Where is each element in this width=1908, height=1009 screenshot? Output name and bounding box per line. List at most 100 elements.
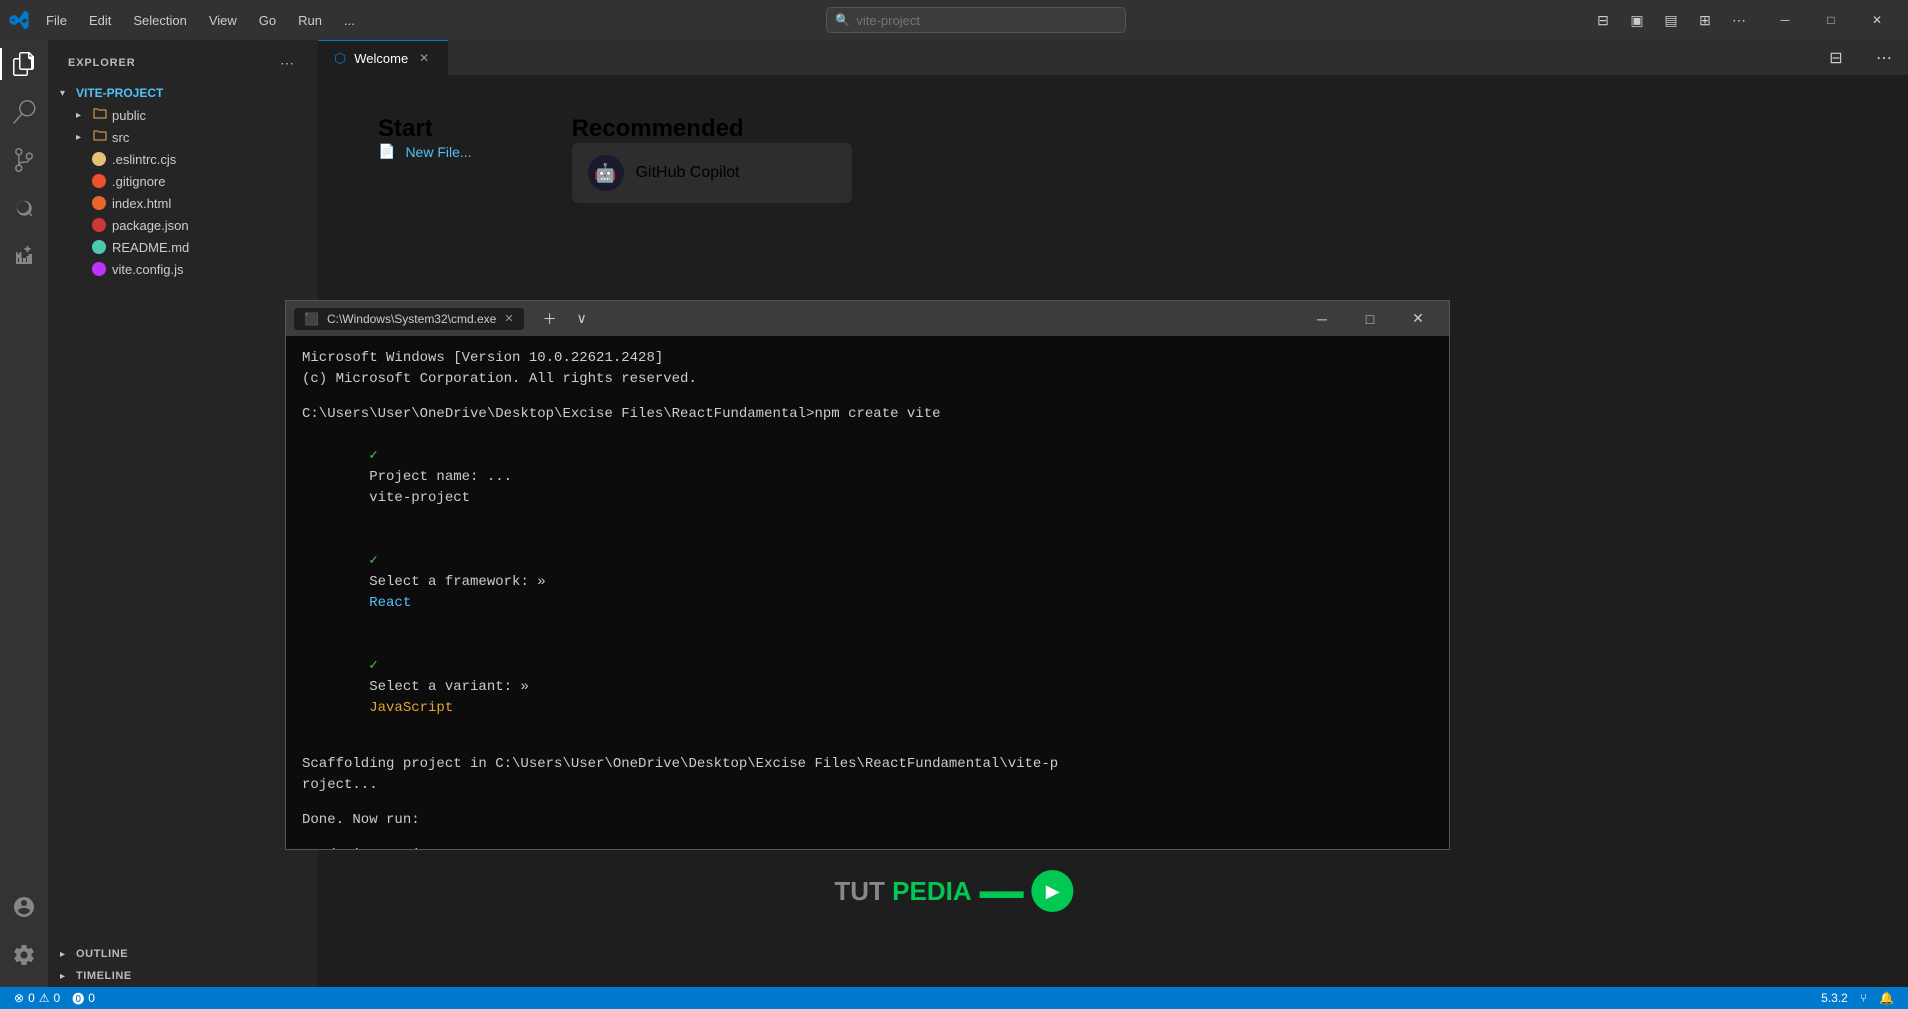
file-readme[interactable]: README.md [48,236,318,258]
warnings-count: 0 [54,991,61,1005]
watermark-play-icon: ▶ [1032,870,1074,912]
vite-config-label: vite.config.js [112,262,184,277]
sidebar: EXPLORER ⋯ ▾ VITE-PROJECT ▸ public ▸ src [48,40,318,987]
terminal-window-buttons: ─ □ ✕ [1299,304,1441,334]
eslintrc-label: .eslintrc.cjs [112,152,176,167]
status-errors[interactable]: ⊗ 0 ⚠ 0 [8,987,66,1009]
split-editor-icon[interactable]: ⊟ [1588,5,1618,35]
main-layout: EXPLORER ⋯ ▾ VITE-PROJECT ▸ public ▸ src [0,40,1908,987]
term-command: C:\Users\User\OneDrive\Desktop\Excise Fi… [302,404,1433,425]
menu-go[interactable]: Go [249,9,286,32]
sidebar-more-icon[interactable]: ⋯ [276,52,298,74]
layout2-icon[interactable]: ▤ [1656,5,1686,35]
window-controls: ─ □ ✕ [1762,5,1900,35]
explorer-icon[interactable] [0,40,48,88]
menu-more[interactable]: ... [334,9,365,32]
menu-bar: File Edit Selection View Go Run ... [36,9,365,32]
tab-welcome[interactable]: ⬡ Welcome ✕ [318,40,448,75]
terminal-tab-close[interactable]: ✕ [504,312,513,325]
watermark-tut: TUT [834,876,885,906]
terminal-title-bar: ⬛ C:\Windows\System32\cmd.exe ✕ ＋ ∨ ─ □ … [286,301,1449,336]
copilot-icon: 🤖 [588,155,624,191]
public-arrow-icon: ▸ [76,110,92,121]
vscode-logo [8,9,30,31]
term-project-value: vite-project [369,490,470,506]
menu-selection[interactable]: Selection [123,9,196,32]
maximize-button[interactable]: □ [1808,5,1854,35]
terminal-tab[interactable]: ⬛ C:\Windows\System32\cmd.exe ✕ [294,308,524,330]
term-variant-label: Select a variant: » [369,679,537,695]
cmd-icon: ⬛ [304,312,319,326]
watermark-text: TUT PEDIA [834,876,971,907]
file-gitignore[interactable]: .gitignore [48,170,318,192]
errors-icon: ⊗ [14,991,24,1005]
watermark: TUT PEDIA ▬▬ ▶ [834,870,1073,912]
src-arrow-icon: ▸ [76,132,92,143]
timeline-arrow-icon: ▸ [60,971,76,982]
file-index-html[interactable]: index.html [48,192,318,214]
menu-edit[interactable]: Edit [79,9,121,32]
git-icon: ⑂ [1860,991,1867,1005]
file-package-json[interactable]: package.json [48,214,318,236]
watermark-lines-icon: ▬▬ [980,878,1024,904]
search-input[interactable] [856,13,1117,28]
search-box[interactable]: 🔍 [826,7,1126,33]
terminal-dropdown-icon[interactable]: ∨ [568,305,596,333]
new-file-link[interactable]: 📄 New File... [378,143,472,160]
minimize-button[interactable]: ─ [1762,5,1808,35]
status-notifications[interactable]: 🔔 [1873,987,1900,1009]
status-git[interactable]: ⑂ [1854,987,1873,1009]
terminal-body[interactable]: Microsoft Windows [Version 10.0.22621.24… [286,336,1449,849]
status-version[interactable]: 5.3.2 [1815,987,1854,1009]
timeline-section[interactable]: ▸ TIMELINE [48,965,318,987]
project-root[interactable]: ▾ VITE-PROJECT [48,82,318,104]
source-control-icon[interactable] [0,136,48,184]
terminal-add-icon[interactable]: ＋ [536,305,564,333]
account-icon[interactable] [0,883,48,931]
folder-public[interactable]: ▸ public [48,104,318,126]
term-check2-icon: ✓ [369,553,386,569]
outline-label: OUTLINE [76,948,128,960]
layout-icon[interactable]: ▣ [1622,5,1652,35]
version-label: 5.3.2 [1821,991,1848,1005]
more-actions-icon[interactable]: ⋯ [1724,5,1754,35]
term-framework: ✓ Select a framework: » React [302,530,1433,635]
split-editor-button[interactable]: ⊟ [1812,40,1860,75]
more-tabs-button[interactable]: ⋯ [1860,40,1908,75]
term-check1-icon: ✓ [369,448,386,464]
term-project-label: Project name: ... [369,469,520,485]
terminal-minimize-button[interactable]: ─ [1299,304,1345,334]
extensions-icon[interactable] [0,232,48,280]
folder-src[interactable]: ▸ src [48,126,318,148]
term-done: Done. Now run: [302,810,1433,831]
title-actions: ⊟ ▣ ▤ ⊞ ⋯ [1588,5,1754,35]
terminal-maximize-button[interactable]: □ [1347,304,1393,334]
eslintrc-icon [92,152,106,166]
recommended-title: Recommended [572,115,852,143]
customize-layout-icon[interactable]: ⊞ [1690,5,1720,35]
term-header1: Microsoft Windows [Version 10.0.22621.24… [302,348,1433,369]
menu-run[interactable]: Run [288,9,332,32]
menu-view[interactable]: View [199,9,247,32]
close-button[interactable]: ✕ [1854,5,1900,35]
index-html-label: index.html [112,196,171,211]
search-icon[interactable] [0,88,48,136]
file-vite-config[interactable]: vite.config.js [48,258,318,280]
project-name: VITE-PROJECT [76,86,163,100]
term-framework-label: Select a framework: » [369,574,554,590]
status-ports[interactable]: ⓿ 0 [66,987,101,1009]
terminal-close-button[interactable]: ✕ [1395,304,1441,334]
tab-close-button[interactable]: ✕ [416,50,432,66]
title-bar: File Edit Selection View Go Run ... 🔍 ⊟ … [0,0,1908,40]
term-scaffolding1: Scaffolding project in C:\Users\User\One… [302,754,1433,775]
copilot-card[interactable]: 🤖 GitHub Copilot [572,143,852,203]
outline-section[interactable]: ▸ OUTLINE [48,943,318,965]
errors-count: 0 [28,991,35,1005]
settings-icon[interactable] [0,931,48,979]
new-file-icon: 📄 [378,143,395,160]
term-header2: (c) Microsoft Corporation. All rights re… [302,369,1433,390]
debug-icon[interactable] [0,184,48,232]
menu-file[interactable]: File [36,9,77,32]
term-check3-icon: ✓ [369,658,386,674]
file-eslintrc[interactable]: .eslintrc.cjs [48,148,318,170]
